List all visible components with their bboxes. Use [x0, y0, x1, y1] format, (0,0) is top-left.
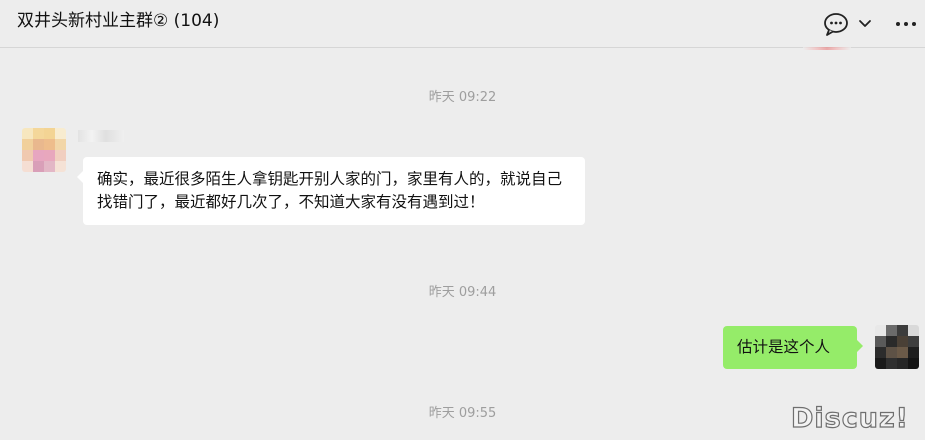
sender-nickname — [78, 130, 124, 142]
message-timestamp: 昨天 09:22 — [428, 90, 497, 105]
chevron-down-icon[interactable] — [858, 12, 882, 36]
chat-title: 双井头新村业主群② (104) — [17, 11, 220, 31]
chat-header: 双井头新村业主群② (104) — [0, 0, 925, 48]
avatar[interactable] — [875, 325, 919, 369]
message-timestamp: 昨天 09:55 — [428, 406, 497, 421]
chat-bubble-icon[interactable] — [823, 12, 848, 36]
header-unread-indicator — [803, 47, 851, 50]
incoming-message-bubble[interactable]: 确实，最近很多陌生人拿钥匙开别人家的门，家里有人的，就说自己找错门了，最近都好几… — [77, 157, 585, 225]
more-icon[interactable] — [894, 12, 918, 36]
outgoing-message-bubble[interactable]: 估计是这个人 — [723, 326, 863, 369]
discuz-watermark: Discuz! — [790, 402, 909, 434]
message-timestamp: 昨天 09:44 — [428, 285, 497, 300]
avatar[interactable] — [22, 128, 66, 172]
